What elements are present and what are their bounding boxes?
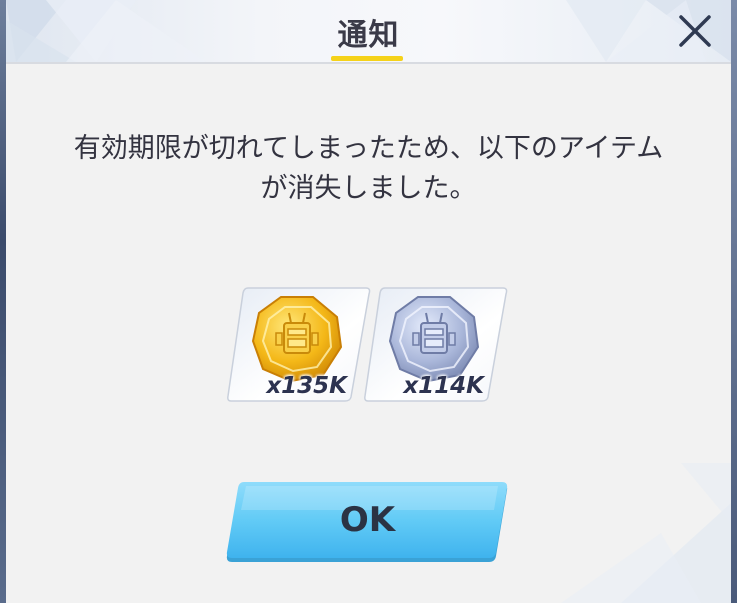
gold-coin-icon bbox=[251, 296, 343, 383]
item-card-silver-coin[interactable]: x114K bbox=[363, 285, 508, 403]
background-left-edge bbox=[0, 0, 6, 603]
close-button[interactable] bbox=[676, 12, 714, 50]
dialog-message: 有効期限が切れてしまったため、以下のアイテムが消失しました。 bbox=[73, 133, 664, 204]
notification-dialog: 通知 有効期限が切れてしまったため、以下のアイテムが消失しました。 x135K … bbox=[0, 0, 737, 603]
dialog-header: 通知 bbox=[6, 0, 731, 64]
item-quantity: x114K bbox=[403, 373, 484, 399]
close-icon bbox=[679, 15, 711, 47]
corner-triangle-pattern bbox=[561, 463, 731, 603]
dialog-title: 通知 bbox=[337, 18, 400, 53]
item-quantity: x135K bbox=[266, 373, 347, 399]
silver-coin-icon bbox=[388, 296, 480, 383]
background-right-edge bbox=[731, 0, 737, 603]
title-underline bbox=[331, 56, 403, 61]
item-card-gold-coin[interactable]: x135K bbox=[226, 285, 371, 403]
ok-button[interactable]: OK bbox=[226, 480, 509, 564]
ok-button-label: OK bbox=[339, 500, 396, 540]
